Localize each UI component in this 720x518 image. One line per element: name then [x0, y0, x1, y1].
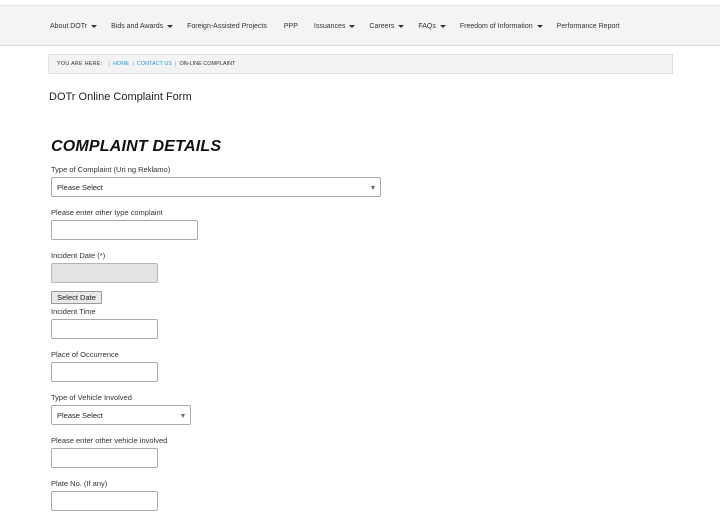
nav-item-label: Performance Report [556, 22, 620, 30]
incident-date-input [51, 263, 158, 283]
nav-item-label: Bids and Awards [111, 22, 164, 30]
vehicle-type-select[interactable]: Please Select [51, 405, 191, 425]
select-date-button[interactable]: Select Date [51, 291, 102, 304]
breadcrumb-contact-link[interactable]: CONTACT US [137, 61, 172, 67]
nav-item-label: FAQs [418, 22, 436, 30]
breadcrumb-label: YOU ARE HERE: [57, 61, 103, 67]
caret-down-icon [398, 24, 405, 28]
nav-item-issuances[interactable]: Issuances [314, 23, 356, 30]
page-title: DOTr Online Complaint Form [49, 91, 192, 103]
nav-item-ppp[interactable]: PPP [284, 23, 298, 30]
vehicle-type-label: Type of Vehicle Involved [51, 393, 132, 402]
nav-item-performance-report[interactable]: Performance Report [557, 23, 620, 30]
main-navbar: About DOTr Bids and Awards Foreign-Assis… [0, 6, 720, 46]
other-complaint-input[interactable] [51, 220, 198, 240]
nav-item-careers[interactable]: Careers [369, 22, 405, 30]
breadcrumb: YOU ARE HERE: | HOME | CONTACT US | ON-L… [48, 54, 673, 74]
caret-down-icon [167, 24, 174, 28]
nav-item-label: Issuances [313, 22, 346, 30]
breadcrumb-separator: | [132, 61, 134, 67]
nav-item-label: Foreign-Assisted Projects [187, 22, 267, 30]
section-title: COMPLAINT DETAILS [51, 138, 222, 155]
nav-item-faqs[interactable]: FAQs [418, 23, 446, 30]
nav-item-bids-and-awards[interactable]: Bids and Awards [111, 22, 174, 30]
incident-time-label: Incident Time [51, 307, 96, 316]
breadcrumb-separator: | [108, 61, 110, 67]
plate-number-input[interactable] [51, 491, 158, 511]
incident-date-label: Incident Date (*) [51, 251, 106, 260]
complaint-type-select[interactable]: Please Select [51, 177, 381, 197]
nav-menu: About DOTr Bids and Awards Foreign-Assis… [50, 6, 634, 46]
complaint-type-value: Please Select [57, 182, 103, 192]
dropdown-arrow-icon [371, 186, 375, 190]
place-of-occurrence-input[interactable] [51, 362, 158, 382]
nav-item-about-dotr[interactable]: About DOTr [50, 22, 98, 30]
breadcrumb-home-link[interactable]: HOME [113, 61, 130, 67]
incident-time-input[interactable] [51, 319, 158, 339]
other-vehicle-input[interactable] [51, 448, 158, 468]
nav-item-freedom-of-information[interactable]: Freedom of Information [460, 23, 543, 30]
caret-down-icon [536, 24, 543, 28]
caret-down-icon [439, 24, 446, 28]
caret-down-icon [91, 24, 98, 28]
place-of-occurrence-label: Place of Occurrence [51, 350, 119, 359]
other-complaint-label: Please enter other type complaint [51, 208, 163, 217]
caret-down-icon [349, 24, 356, 28]
nav-item-label: About DOTr [50, 22, 88, 30]
plate-number-label: Plate No. (If any) [51, 479, 108, 488]
dropdown-arrow-icon [181, 414, 185, 418]
vehicle-type-value: Please Select [57, 410, 103, 420]
nav-item-foreign-assisted-projects[interactable]: Foreign-Assisted Projects [187, 23, 267, 30]
breadcrumb-separator: | [175, 61, 177, 67]
nav-item-label: PPP [283, 22, 298, 30]
nav-item-label: Careers [369, 22, 395, 30]
other-vehicle-label: Please enter other vehicle involved [51, 436, 168, 445]
complaint-type-label: Type of Complaint (Uri ng Reklamo) [51, 165, 171, 174]
nav-item-label: Freedom of Information [459, 22, 533, 30]
breadcrumb-current: ON-LINE COMPLAINT [179, 61, 236, 67]
